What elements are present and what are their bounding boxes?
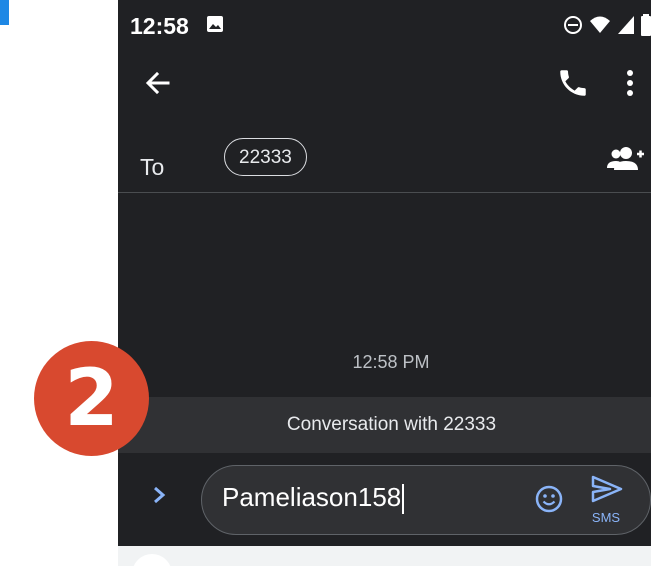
back-arrow-icon[interactable] xyxy=(140,66,174,100)
app-bar xyxy=(118,50,651,114)
recipient-chip[interactable]: 22333 xyxy=(224,138,307,176)
message-input-value: Pameliason158 xyxy=(222,482,402,512)
battery-icon xyxy=(641,14,651,36)
recipient-row: To 22333 xyxy=(118,120,651,193)
signal-icon xyxy=(618,16,634,34)
emoji-icon[interactable] xyxy=(534,484,564,514)
send-sms-button[interactable]: SMS xyxy=(582,474,632,530)
conversation-banner: Conversation with 22333 xyxy=(118,397,651,453)
conversation-banner-text: Conversation with 22333 xyxy=(286,414,497,435)
step-number-badge: 2 xyxy=(34,341,149,456)
left-accent-bar xyxy=(0,0,9,25)
send-label: SMS xyxy=(591,510,621,525)
to-label: To xyxy=(140,154,165,180)
status-icons xyxy=(563,14,651,36)
send-icon xyxy=(591,475,623,503)
bottom-avatar-circle xyxy=(132,554,172,566)
phone-icon[interactable] xyxy=(556,66,590,100)
message-input-field[interactable]: Pameliason158 SMS xyxy=(201,465,651,535)
status-time: 12:58 xyxy=(130,13,189,39)
compose-bar: Pameliason158 SMS xyxy=(118,462,651,546)
do-not-disturb-icon xyxy=(564,16,582,34)
status-bar: 12:58 xyxy=(118,0,651,50)
text-caret xyxy=(402,484,405,515)
bottom-strip xyxy=(118,546,651,566)
wifi-icon xyxy=(590,16,610,33)
message-input[interactable]: Pameliason158 xyxy=(222,482,405,515)
messages-screen: 12:58 To 22333 12:58 PM Conversation wit… xyxy=(118,0,651,566)
image-icon xyxy=(207,16,223,32)
add-person-icon[interactable] xyxy=(606,144,644,174)
chevron-right-icon[interactable] xyxy=(148,480,170,510)
message-timestamp: 12:58 PM xyxy=(352,352,430,372)
more-vert-icon[interactable] xyxy=(618,66,642,100)
